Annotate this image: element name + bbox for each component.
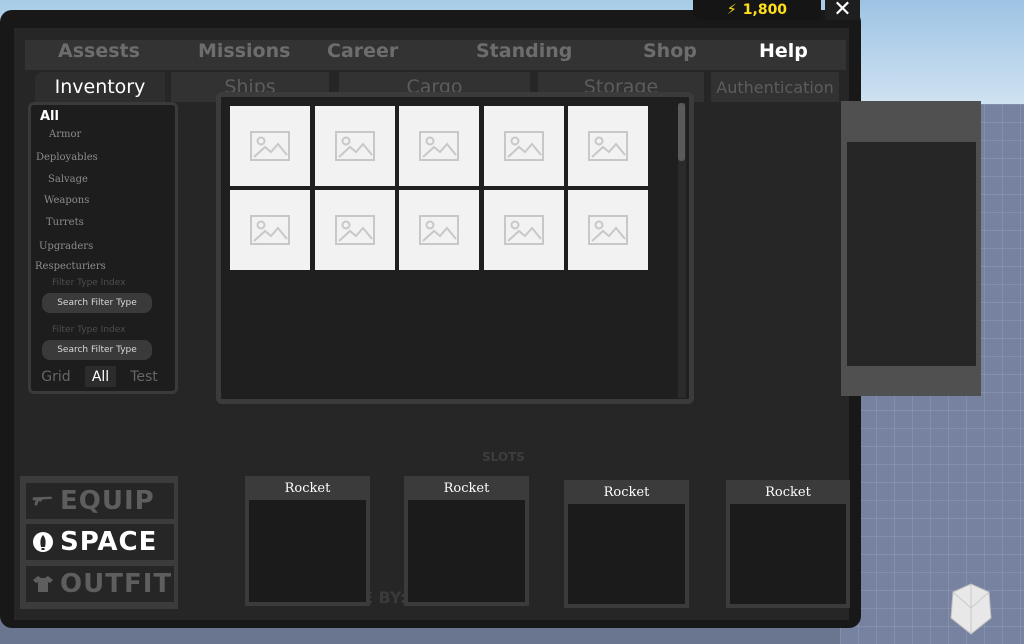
slot-box [730, 504, 846, 604]
search-filter-type-button[interactable]: Search Filter Type [42, 340, 152, 360]
tab-assests[interactable]: Assests [58, 40, 140, 62]
image-placeholder-icon [335, 131, 375, 161]
inventory-item-slot[interactable] [399, 190, 479, 270]
tab-missions[interactable]: Missions [198, 40, 290, 62]
subtab-authentication[interactable]: Authentication [711, 72, 839, 102]
tab-help[interactable]: Help [759, 40, 808, 62]
rocket-slot[interactable]: Rocket [404, 476, 529, 606]
inventory-item-slot[interactable] [399, 106, 479, 186]
image-placeholder-icon [335, 215, 375, 245]
space-button[interactable]: SPACE [26, 524, 174, 560]
slot-label: Rocket [603, 484, 650, 500]
search-filter-type-button[interactable]: Search Filter Type [42, 293, 152, 313]
image-placeholder-icon [250, 131, 290, 161]
filter-category-upgraders[interactable]: Upgraders [39, 241, 93, 252]
rocket-slot[interactable]: Rocket [726, 480, 850, 608]
sky-background [840, 0, 1024, 104]
image-placeholder-icon [588, 215, 628, 245]
slot-label: Rocket [284, 480, 331, 496]
rocket-icon [32, 531, 54, 553]
filter-category-weapons[interactable]: Weapons [44, 195, 89, 206]
inventory-item-slot[interactable] [568, 190, 648, 270]
image-placeholder-icon [250, 215, 290, 245]
image-placeholder-icon [419, 215, 459, 245]
item-preview-viewport [847, 142, 976, 366]
mode-grid-button[interactable]: Grid [37, 366, 75, 387]
filter-category-all[interactable]: All [40, 109, 59, 124]
mode-test-button[interactable]: Test [126, 366, 162, 387]
image-placeholder-icon [419, 131, 459, 161]
inventory-item-slot[interactable] [315, 190, 395, 270]
image-placeholder-icon [504, 215, 544, 245]
filter-type-index-label: Filter Type Index [52, 278, 126, 288]
view-cube-icon[interactable] [945, 582, 997, 636]
filter-type-index-label: Filter Type Index [52, 325, 126, 335]
rocket-slot[interactable]: Rocket [245, 476, 370, 606]
inventory-item-slot[interactable] [484, 106, 564, 186]
rocket-slot[interactable]: Rocket [564, 480, 689, 608]
outfit-button[interactable]: OUTFIT [26, 566, 174, 602]
mode-all-button[interactable]: All [85, 366, 116, 387]
filter-category-respecturiers[interactable]: Respecturiers [35, 261, 106, 272]
slot-label: Rocket [765, 484, 811, 500]
image-placeholder-icon [588, 131, 628, 161]
space-label: SPACE [60, 527, 158, 557]
shirt-icon [32, 573, 54, 595]
inventory-item-slot[interactable] [484, 190, 564, 270]
inventory-item-slot[interactable] [230, 190, 310, 270]
inventory-item-slot[interactable] [230, 106, 310, 186]
slot-label: Rocket [443, 480, 490, 496]
inventory-item-slot[interactable] [315, 106, 395, 186]
filter-category-deployables[interactable]: Deployables [36, 152, 98, 163]
inventory-item-slot[interactable] [568, 106, 648, 186]
tab-career[interactable]: Career [327, 40, 398, 62]
filter-category-salvage[interactable]: Salvage [48, 174, 88, 185]
close-button[interactable]: ✕ [825, 0, 860, 21]
slot-box [249, 500, 366, 602]
subtab-inventory[interactable]: Inventory [35, 72, 165, 102]
currency-amount: 1,800 [742, 2, 788, 18]
slots-title: SLOTS [482, 450, 525, 464]
equip-button[interactable]: EQUIP [26, 483, 174, 519]
currency-display: ⚡ 1,800 [693, 0, 821, 20]
grid-scrollbar-thumb[interactable] [678, 103, 685, 161]
filter-category-armor[interactable]: Armor [49, 129, 81, 140]
slot-box [408, 500, 525, 602]
bolt-icon: ⚡ [726, 2, 737, 18]
gun-icon [32, 490, 54, 512]
slot-box [568, 504, 685, 604]
outfit-label: OUTFIT [60, 569, 173, 599]
filter-category-turrets[interactable]: Turrets [46, 217, 84, 228]
tab-shop[interactable]: Shop [643, 40, 697, 62]
tab-bar [25, 40, 846, 70]
image-placeholder-icon [504, 131, 544, 161]
equip-label: EQUIP [60, 486, 155, 516]
tab-standing[interactable]: Standing [476, 40, 572, 62]
